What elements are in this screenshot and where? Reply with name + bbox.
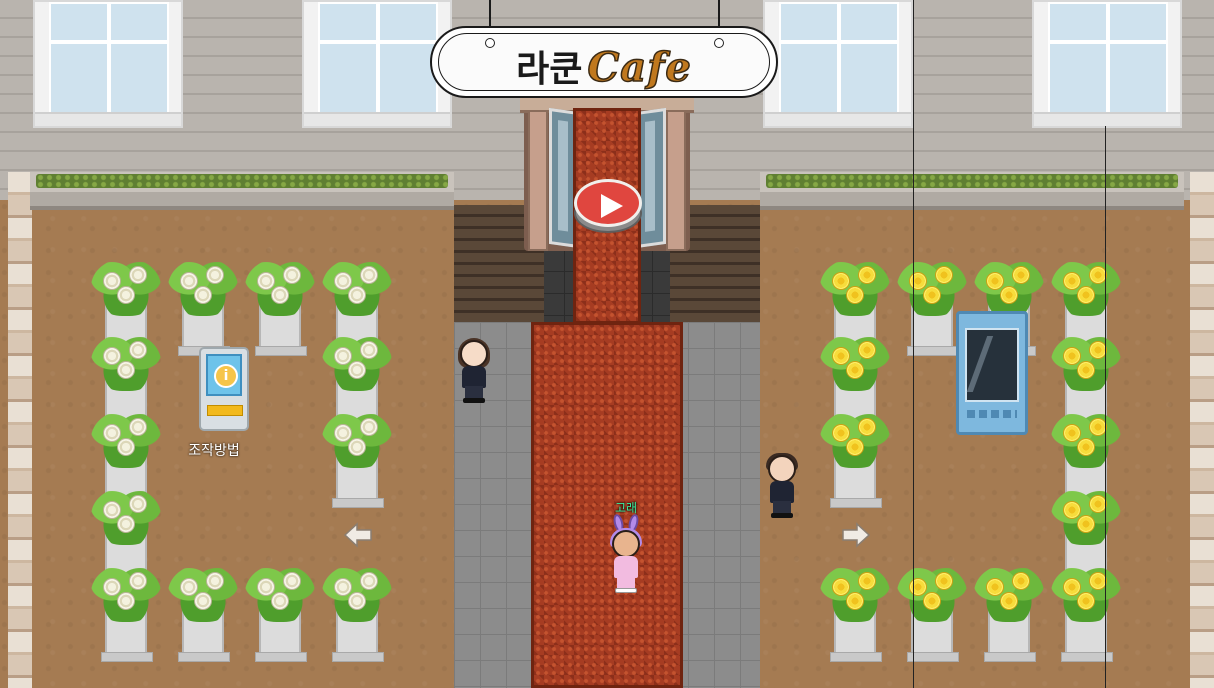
kiosk-label: 조작방법: [188, 443, 240, 459]
cafe-sign: 라쿤 Cafe: [430, 26, 778, 98]
sign-title-ko: 라쿤: [516, 49, 583, 90]
arrow-right-button[interactable]: [841, 520, 871, 550]
npc-female-staff[interactable]: [454, 338, 494, 410]
window: [1032, 0, 1182, 128]
info-kiosk[interactable]: i: [199, 347, 249, 431]
play-icon: [601, 194, 623, 218]
sign-title-en: Cafe: [587, 43, 692, 92]
info-icon: i: [214, 364, 238, 388]
display-machine[interactable]: [956, 311, 1028, 435]
divider-line: [913, 0, 914, 688]
arrow-left-button[interactable]: [343, 520, 373, 550]
sign-hole: [485, 38, 495, 48]
enter-play-button[interactable]: [572, 175, 644, 235]
hedge-planter-left: [30, 172, 454, 210]
player-avatar[interactable]: [606, 528, 646, 600]
hedge-planter-right: [760, 172, 1184, 210]
game-scene[interactable]: 라쿤 Cafe i 조작방법 고래: [0, 0, 1214, 688]
arrow-right-icon: [842, 522, 871, 548]
stone-wall-left: [8, 172, 32, 688]
divider-line: [1105, 126, 1106, 688]
window: [33, 0, 183, 128]
sign-hole: [714, 38, 724, 48]
arrow-left-icon: [343, 522, 372, 548]
window: [763, 0, 913, 128]
npc-male-staff[interactable]: [762, 453, 802, 525]
stone-wall-right: [1190, 172, 1214, 688]
